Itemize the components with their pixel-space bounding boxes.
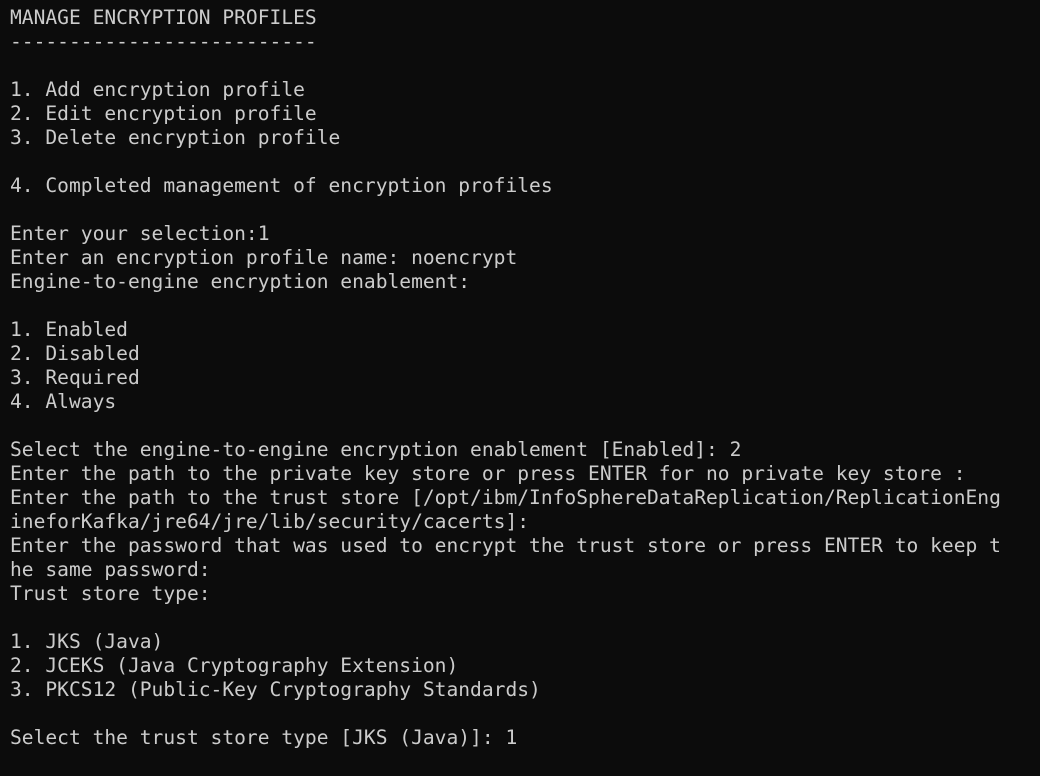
trust-store-type-heading: Trust store type: — [10, 582, 211, 605]
private-key-store-prompt: Enter the path to the private key store … — [10, 462, 966, 485]
store-type-option-pkcs12: 3. PKCS12 (Public-Key Cryptography Stand… — [10, 678, 541, 701]
trust-store-path-prompt-cont: ineforKafka/jre64/jre/lib/security/cacer… — [10, 510, 530, 533]
enablement-selection-prompt: Select the engine-to-engine encryption e… — [10, 438, 742, 461]
trust-store-path-prompt: Enter the path to the trust store [/opt/… — [10, 486, 1001, 509]
enablement-option-enabled: 1. Enabled — [10, 318, 128, 341]
selection-prompt: Enter your selection:1 — [10, 222, 270, 245]
terminal-window[interactable]: MANAGE ENCRYPTION PROFILES -------------… — [0, 0, 1040, 776]
trust-store-password-prompt: Enter the password that was used to encr… — [10, 534, 1001, 557]
enablement-option-disabled: 2. Disabled — [10, 342, 140, 365]
store-type-option-jceks: 2. JCEKS (Java Cryptography Extension) — [10, 654, 459, 677]
store-type-option-jks: 1. JKS (Java) — [10, 630, 164, 653]
menu-option-completed: 4. Completed management of encryption pr… — [10, 174, 553, 197]
menu-option-edit: 2. Edit encryption profile — [10, 102, 317, 125]
store-type-selection-prompt: Select the trust store type [JKS (Java)]… — [10, 726, 518, 749]
menu-title: MANAGE ENCRYPTION PROFILES — [10, 6, 317, 29]
menu-option-delete: 3. Delete encryption profile — [10, 126, 341, 149]
menu-option-add: 1. Add encryption profile — [10, 78, 305, 101]
enablement-option-always: 4. Always — [10, 390, 117, 413]
title-underline: -------------------------- — [10, 30, 317, 53]
profile-name-prompt: Enter an encryption profile name: noencr… — [10, 246, 518, 269]
enablement-heading: Engine-to-engine encryption enablement: — [10, 270, 471, 293]
enablement-option-required: 3. Required — [10, 366, 140, 389]
trust-store-password-prompt-cont: he same password: — [10, 558, 211, 581]
